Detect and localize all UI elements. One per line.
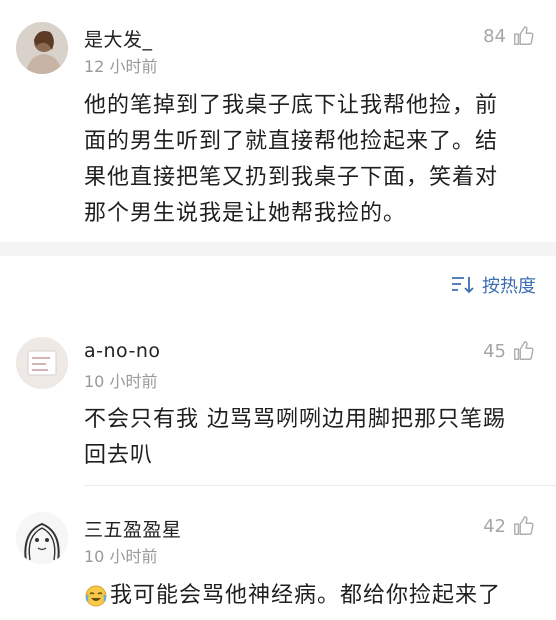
avatar-image	[16, 337, 68, 389]
comment-text-line: 面的男生听到了就直接帮他捡起来了。结	[84, 129, 499, 154]
comment-text-line: 我可能会骂他神经病。都给你捡起来了	[110, 583, 502, 608]
timestamp: 12 小时前	[84, 57, 158, 76]
sort-icon	[452, 277, 474, 294]
comment-divider	[84, 485, 556, 486]
like-button[interactable]: 84	[483, 25, 534, 47]
comment-text-line: 不会只有我 边骂骂咧咧边用脚把那只笔踢	[84, 407, 506, 432]
username[interactable]: 三五盈盈星	[84, 515, 182, 542]
avatar-image	[16, 512, 68, 564]
like-count: 84	[483, 25, 506, 47]
laughing-crying-emoji-icon	[85, 585, 107, 607]
comment-text-line: 他的笔掉到了我桌子底下让我帮他捡，前	[84, 93, 499, 118]
username[interactable]: 是大发_	[84, 25, 153, 52]
avatar[interactable]	[16, 22, 68, 74]
comment-text: 不会只有我 边骂骂咧咧边用脚把那只笔踢 回去叭	[84, 402, 536, 474]
like-count: 42	[483, 515, 506, 537]
like-count: 45	[483, 340, 506, 362]
sort-toggle[interactable]: 按热度	[450, 272, 536, 298]
like-button[interactable]: 45	[483, 340, 534, 362]
thumbs-up-icon	[514, 516, 534, 535]
like-button[interactable]: 42	[483, 515, 534, 537]
comment-text-line: 回去叭	[84, 443, 154, 468]
username[interactable]: a-no-no	[84, 340, 161, 362]
comment-text-line: 那个男生说我是让她帮我捡的。	[84, 201, 407, 226]
avatar[interactable]	[16, 337, 68, 389]
section-divider	[0, 242, 556, 256]
comment-text: 他的笔掉到了我桌子底下让我帮他捡，前 面的男生听到了就直接帮他捡起来了。结 果他…	[84, 88, 536, 232]
comment-text: 我可能会骂他神经病。都给你捡起来了	[84, 578, 536, 614]
timestamp: 10 小时前	[84, 547, 158, 566]
avatar-image	[16, 22, 68, 74]
comment-text-line: 果他直接把笔又扔到我桌子下面，笑着对	[84, 165, 499, 190]
thumbs-up-icon	[514, 26, 534, 45]
avatar[interactable]	[16, 512, 68, 564]
thumbs-up-icon	[514, 341, 534, 360]
sort-label: 按热度	[482, 276, 536, 297]
timestamp: 10 小时前	[84, 372, 158, 391]
